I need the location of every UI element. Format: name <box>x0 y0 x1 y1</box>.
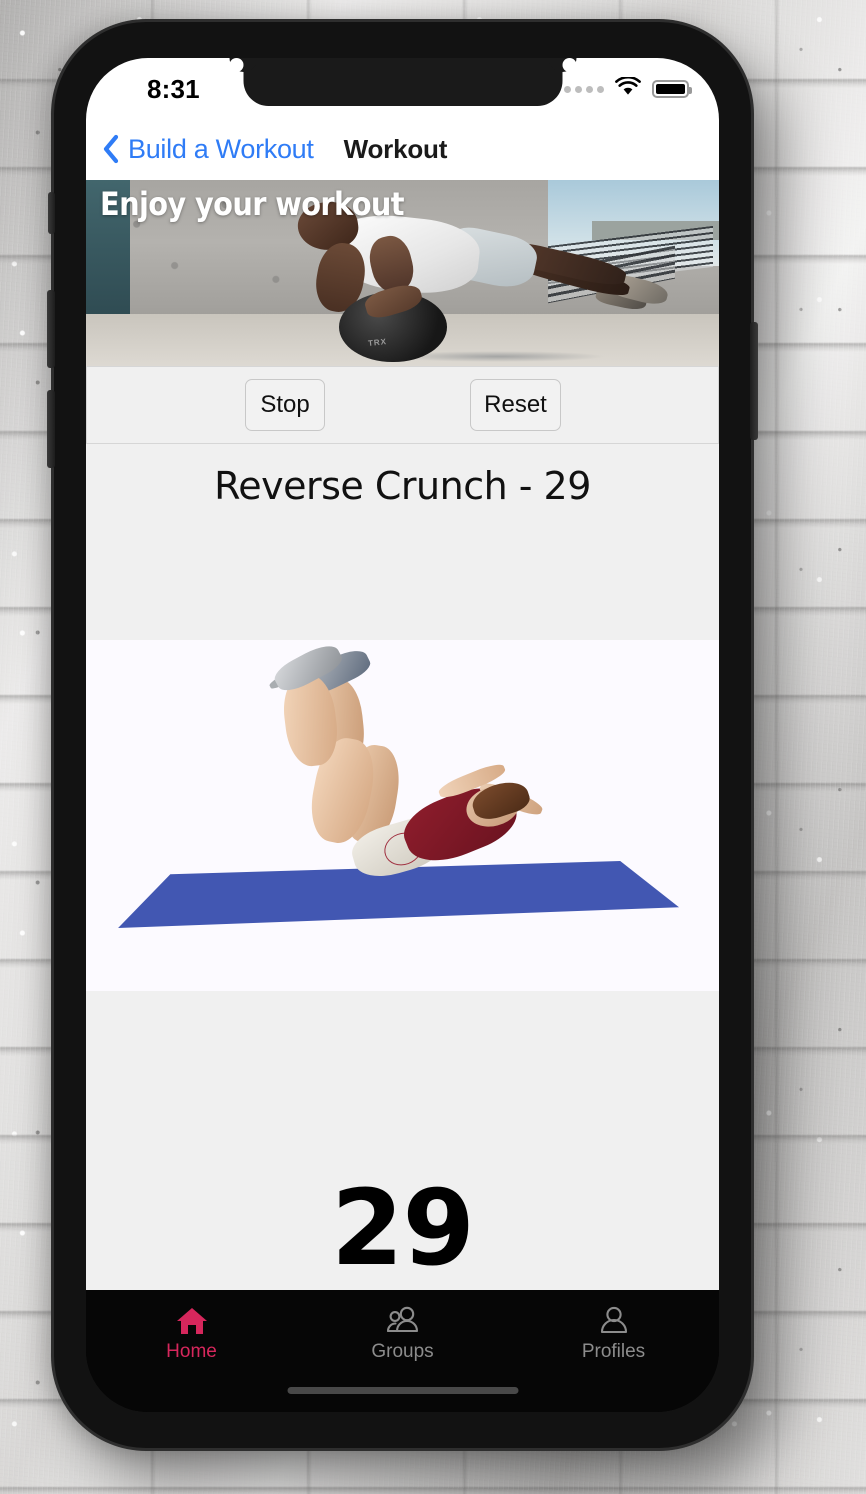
device-notch <box>243 58 562 106</box>
phone-device-frame: 8:31 Build a Workout Workout TRX Enjoy y… <box>47 22 758 1448</box>
reverse-crunch-figure-illustration <box>86 640 719 991</box>
tab-profiles-label: Profiles <box>581 1341 646 1362</box>
battery-full-icon <box>652 80 692 98</box>
exercise-title: Reverse Crunch - 29 <box>214 464 591 508</box>
status-bar-indicators <box>564 75 692 101</box>
tab-profiles[interactable]: Profiles <box>508 1304 719 1412</box>
person-icon <box>598 1304 630 1338</box>
phone-screen: 8:31 Build a Workout Workout TRX Enjoy y… <box>86 58 719 1412</box>
tab-groups-label: Groups <box>371 1341 434 1362</box>
volume-down-button[interactable] <box>47 390 55 468</box>
stop-button[interactable]: Stop <box>245 379 325 431</box>
home-indicator[interactable] <box>287 1387 518 1394</box>
rep-counter-panel: 29 <box>86 991 719 1290</box>
home-icon <box>175 1304 209 1338</box>
hero-title: Enjoy your workout <box>100 185 405 223</box>
signal-dots-icon <box>564 85 604 93</box>
tab-home[interactable]: Home <box>86 1304 297 1412</box>
status-bar-clock: 8:31 <box>147 73 200 104</box>
exercise-title-panel: Reverse Crunch - 29 <box>86 444 719 640</box>
page-title: Workout <box>343 133 448 164</box>
workout-controls-bar: Stop Reset <box>86 366 719 444</box>
reset-button[interactable]: Reset <box>470 379 561 431</box>
wifi-icon <box>615 75 641 101</box>
people-icon <box>385 1304 421 1338</box>
hero-banner: TRX Enjoy your workout <box>86 180 719 366</box>
tab-groups[interactable]: Groups <box>297 1304 508 1412</box>
back-button[interactable]: Build a Workout <box>102 134 314 165</box>
power-button[interactable] <box>750 322 758 440</box>
status-bar: 8:31 <box>86 58 719 118</box>
chevron-left-icon <box>102 134 119 164</box>
exercise-illustration-panel <box>86 640 719 991</box>
navigation-bar: Build a Workout Workout <box>86 118 719 180</box>
mute-switch-button[interactable] <box>48 192 55 234</box>
tab-home-label: Home <box>166 1341 217 1362</box>
back-button-label: Build a Workout <box>128 133 314 164</box>
volume-up-button[interactable] <box>47 290 55 368</box>
rep-counter-value: 29 <box>331 1167 475 1289</box>
